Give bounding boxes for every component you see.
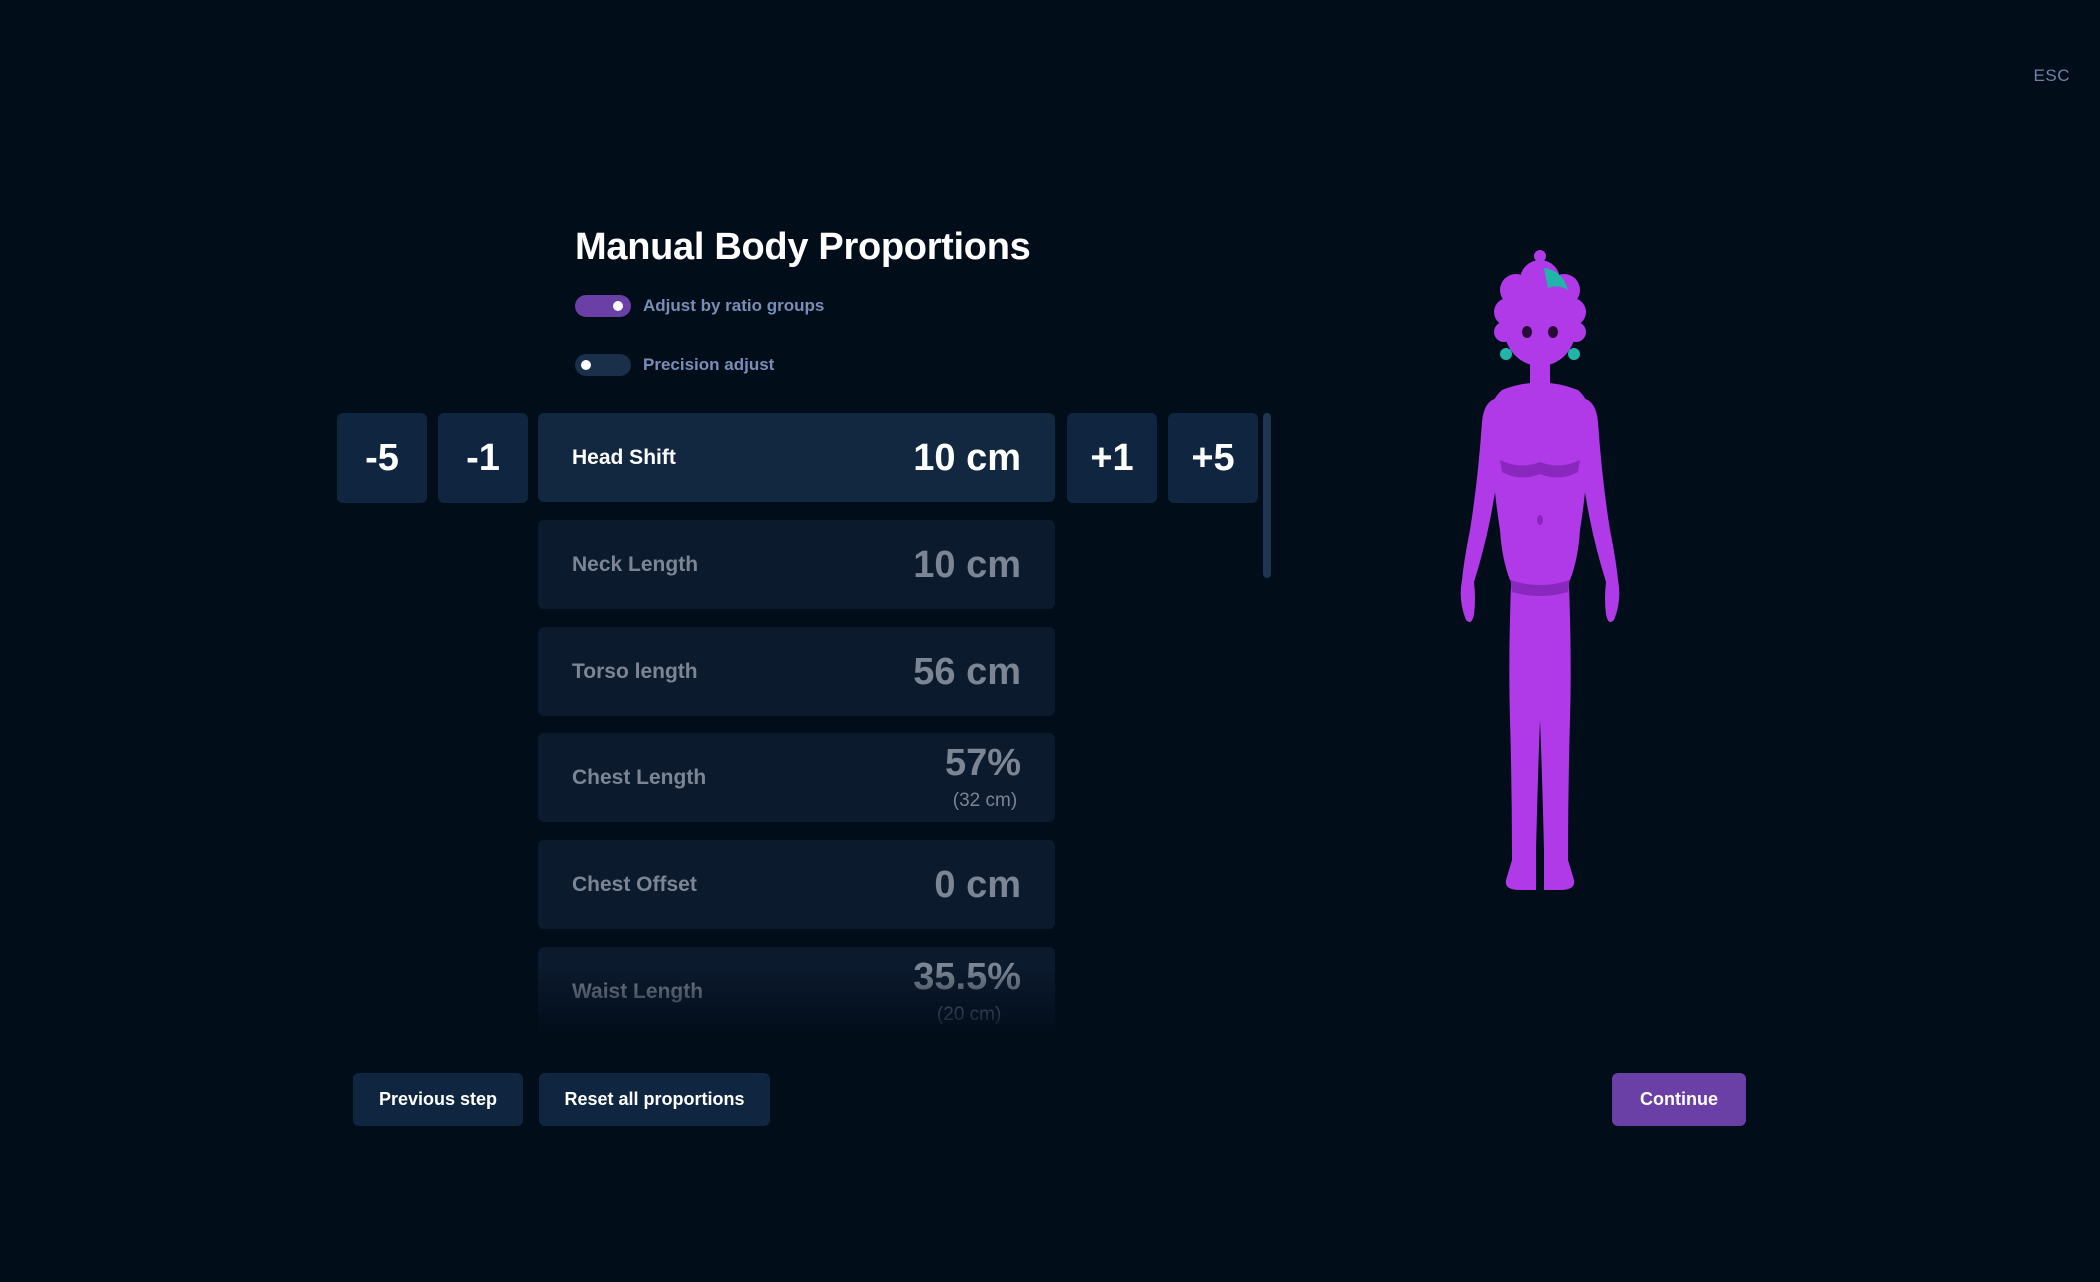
- proportion-value-group: 57% (32 cm): [945, 733, 1021, 822]
- proportion-value-group: 56 cm: [913, 627, 1021, 716]
- proportion-value-group: 35.5% (20 cm): [913, 947, 1021, 1036]
- decrease-1-button[interactable]: -1: [438, 413, 528, 503]
- proportion-row-chest-offset[interactable]: Chest Offset 0 cm: [538, 840, 1055, 929]
- continue-button[interactable]: Continue: [1612, 1073, 1746, 1126]
- proportion-row-torso-length[interactable]: Torso length 56 cm: [538, 627, 1055, 716]
- increase-1-button[interactable]: +1: [1067, 413, 1157, 503]
- proportion-value: 56 cm: [913, 650, 1021, 693]
- precision-adjust-toggle[interactable]: [575, 354, 631, 376]
- proportion-value: 57%: [944, 741, 1021, 784]
- reset-proportions-button[interactable]: Reset all proportions: [539, 1073, 770, 1126]
- proportion-value: 35.5%: [913, 955, 1021, 998]
- proportion-row-waist-length[interactable]: Waist Length 35.5% (20 cm): [538, 947, 1055, 1036]
- proportion-value-group: 10 cm: [913, 520, 1021, 609]
- proportion-subvalue: (32 cm): [952, 789, 1018, 811]
- toggle-knob: [613, 301, 623, 311]
- proportion-name: Chest Offset: [572, 872, 697, 896]
- proportion-row-head-shift[interactable]: Head Shift 10 cm: [538, 413, 1055, 502]
- proportion-row-chest-length[interactable]: Chest Length 57% (32 cm): [538, 733, 1055, 822]
- proportion-name: Head Shift: [572, 445, 676, 469]
- proportion-value: 10 cm: [913, 543, 1021, 586]
- proportion-subvalue: (20 cm): [936, 1003, 1002, 1025]
- proportion-value: 10 cm: [913, 436, 1021, 479]
- proportion-value-group: 0 cm: [934, 840, 1021, 929]
- proportion-row-neck-length[interactable]: Neck Length 10 cm: [538, 520, 1055, 609]
- proportion-name: Chest Length: [572, 765, 707, 789]
- toggle-knob: [581, 360, 591, 370]
- ratio-groups-toggle[interactable]: [575, 295, 631, 317]
- precision-adjust-label: Precision adjust: [643, 355, 775, 374]
- previous-step-button[interactable]: Previous step: [353, 1073, 523, 1126]
- avatar-figure: [1460, 250, 1620, 890]
- proportion-name: Torso length: [572, 659, 698, 683]
- proportions-list[interactable]: Head Shift 10 cm Neck Length 10 cm Torso…: [538, 413, 1056, 1038]
- proportion-value-group: 10 cm: [913, 413, 1021, 502]
- body-proportions-screen: ESC Manual Body Proportions Adjust by ra…: [0, 0, 2100, 1282]
- increase-5-button[interactable]: +5: [1168, 413, 1258, 503]
- avatar-preview: [1440, 250, 1640, 900]
- decrease-5-button[interactable]: -5: [337, 413, 427, 503]
- esc-button[interactable]: ESC: [2034, 66, 2070, 86]
- proportion-name: Neck Length: [572, 552, 699, 576]
- precision-adjust-toggle-row[interactable]: Precision adjust: [575, 354, 774, 376]
- page-title: Manual Body Proportions: [575, 226, 1031, 268]
- proportion-value: 0 cm: [934, 863, 1021, 906]
- ratio-groups-toggle-row[interactable]: Adjust by ratio groups: [575, 295, 824, 317]
- proportions-scrollbar[interactable]: [1263, 413, 1271, 578]
- proportion-name: Waist Length: [572, 979, 704, 1003]
- ratio-groups-label: Adjust by ratio groups: [643, 296, 825, 315]
